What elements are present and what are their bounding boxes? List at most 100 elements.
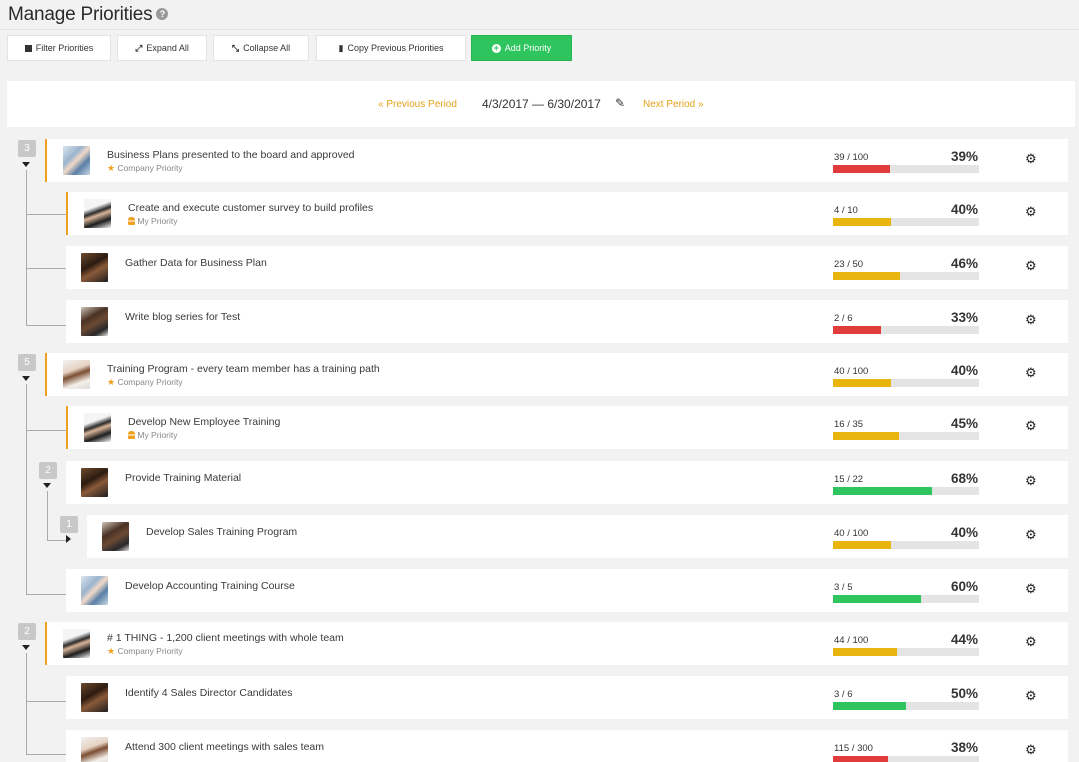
progress-bar-fill — [833, 272, 901, 280]
progress-bar-fill — [833, 595, 921, 603]
progress-count: 3 / 5 — [834, 582, 853, 593]
progress-percent: 40% — [950, 363, 978, 378]
progress-bar — [833, 432, 979, 440]
progress-count: 4 / 10 — [834, 205, 858, 216]
tree-connector-line — [26, 594, 66, 595]
tree-connector-line — [47, 491, 48, 540]
progress-bar — [833, 218, 979, 226]
priority-type: ★ Company Priority — [107, 163, 183, 174]
tree-connector-line — [26, 653, 27, 754]
progress-percent: 60% — [950, 579, 978, 594]
gear-icon[interactable]: ⚙ — [1025, 365, 1037, 381]
avatar — [81, 683, 108, 712]
progress-bar-fill — [833, 379, 892, 387]
tree-connector-line — [26, 214, 66, 215]
star-icon: ★ — [107, 163, 116, 173]
child-count-badge: 1 — [60, 516, 78, 533]
priority-title[interactable]: Develop Accounting Training Course — [125, 580, 295, 592]
progress-bar — [833, 595, 979, 603]
priority-title[interactable]: # 1 THING - 1,200 client meetings with w… — [107, 632, 344, 644]
priority-type-label: My Priority — [135, 430, 178, 440]
expand-toggle-icon[interactable] — [66, 535, 71, 543]
avatar — [81, 307, 108, 336]
progress-bar — [833, 326, 979, 334]
progress-bar — [833, 702, 979, 710]
progress-percent: 39% — [950, 149, 978, 164]
priority-title[interactable]: Develop New Employee Training — [128, 416, 280, 428]
progress-percent: 50% — [950, 686, 978, 701]
tree-connector-line — [26, 268, 66, 269]
priority-title[interactable]: Business Plans presented to the board an… — [107, 149, 355, 161]
progress-bar — [833, 756, 979, 762]
person-icon — [128, 431, 135, 439]
priority-title[interactable]: Write blog series for Test — [125, 311, 240, 323]
tree-connector-line — [47, 540, 67, 541]
progress-bar — [833, 165, 979, 173]
progress-bar-fill — [833, 487, 933, 495]
collapse-toggle-icon[interactable] — [22, 376, 30, 381]
priority-type: ★ Company Priority — [107, 377, 183, 388]
gear-icon[interactable]: ⚙ — [1025, 473, 1037, 489]
progress-count: 23 / 50 — [834, 259, 864, 270]
progress-count: 16 / 35 — [834, 419, 864, 430]
progress-count: 115 / 300 — [834, 743, 873, 754]
avatar — [102, 522, 129, 551]
gear-icon[interactable]: ⚙ — [1025, 151, 1037, 167]
progress-percent: 40% — [950, 525, 978, 540]
priority-type-label: Company Priority — [115, 163, 183, 173]
progress-count: 40 / 100 — [834, 366, 869, 377]
progress-count: 40 / 100 — [834, 528, 869, 539]
progress-bar-fill — [833, 541, 892, 549]
gear-icon[interactable]: ⚙ — [1025, 688, 1037, 704]
child-count-badge: 3 — [18, 140, 36, 157]
progress-count: 39 / 100 — [834, 152, 869, 163]
child-count-badge: 5 — [18, 354, 36, 371]
tree-connector-line — [26, 754, 66, 755]
priority-title[interactable]: Attend 300 client meetings with sales te… — [125, 741, 324, 753]
star-icon: ★ — [107, 646, 116, 656]
child-count-badge: 2 — [18, 623, 36, 640]
priority-list: 3 Business Plans presented to the board a… — [0, 0, 1079, 762]
progress-bar-fill — [833, 432, 899, 440]
tree-connector-line — [26, 384, 27, 594]
gear-icon[interactable]: ⚙ — [1025, 581, 1037, 597]
priority-type-label: Company Priority — [115, 646, 183, 656]
progress-percent: 40% — [950, 202, 978, 217]
priority-title[interactable]: Create and execute customer survey to bu… — [128, 202, 373, 214]
progress-bar-fill — [833, 648, 898, 656]
progress-bar — [833, 541, 979, 549]
collapse-toggle-icon[interactable] — [43, 483, 51, 488]
progress-percent: 33% — [950, 310, 978, 325]
priority-title[interactable]: Identify 4 Sales Director Candidates — [125, 687, 293, 699]
avatar — [84, 199, 111, 228]
gear-icon[interactable]: ⚙ — [1025, 742, 1037, 758]
priority-type: My Priority — [128, 216, 178, 226]
gear-icon[interactable]: ⚙ — [1025, 418, 1037, 434]
progress-percent: 44% — [950, 632, 978, 647]
gear-icon[interactable]: ⚙ — [1025, 204, 1037, 220]
collapse-toggle-icon[interactable] — [22, 162, 30, 167]
tree-connector-line — [26, 325, 66, 326]
priority-type-label: My Priority — [135, 216, 178, 226]
priority-title[interactable]: Develop Sales Training Program — [146, 526, 297, 538]
tree-connector-line — [26, 170, 27, 326]
priority-title[interactable]: Training Program - every team member has… — [107, 363, 380, 375]
priority-type: ★ Company Priority — [107, 646, 183, 657]
avatar — [81, 576, 108, 605]
collapse-toggle-icon[interactable] — [22, 645, 30, 650]
progress-count: 44 / 100 — [834, 635, 869, 646]
progress-bar-fill — [833, 702, 906, 710]
progress-bar-fill — [833, 218, 892, 226]
priority-title[interactable]: Provide Training Material — [125, 472, 241, 484]
tree-connector-line — [26, 701, 66, 702]
child-count-badge: 2 — [39, 462, 57, 479]
progress-percent: 45% — [950, 416, 978, 431]
priority-title[interactable]: Gather Data for Business Plan — [125, 257, 267, 269]
gear-icon[interactable]: ⚙ — [1025, 527, 1037, 543]
gear-icon[interactable]: ⚙ — [1025, 258, 1037, 274]
priority-type-label: Company Priority — [115, 377, 183, 387]
gear-icon[interactable]: ⚙ — [1025, 312, 1037, 328]
avatar — [81, 253, 108, 282]
progress-bar-fill — [833, 165, 890, 173]
gear-icon[interactable]: ⚙ — [1025, 634, 1037, 650]
